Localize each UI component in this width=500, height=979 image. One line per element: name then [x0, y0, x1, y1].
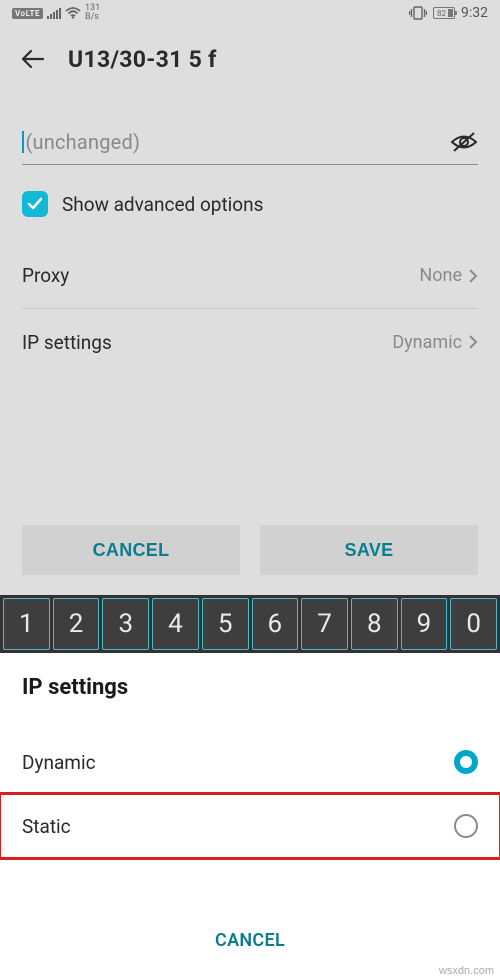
network-rate: 131 B/s [85, 4, 100, 22]
proxy-label: Proxy [22, 264, 69, 287]
proxy-row[interactable]: Proxy None [22, 243, 478, 309]
chevron-right-icon [468, 334, 478, 350]
back-button[interactable] [20, 46, 46, 72]
wifi-icon [65, 7, 81, 19]
key-3[interactable]: 3 [102, 598, 149, 650]
save-button[interactable]: SAVE [260, 525, 478, 575]
key-4[interactable]: 4 [152, 598, 199, 650]
key-8[interactable]: 8 [351, 598, 398, 650]
option-dynamic[interactable]: Dynamic [22, 730, 478, 794]
page-title: U13/30-31 5 f [68, 46, 217, 73]
cancel-button[interactable]: CANCEL [22, 525, 240, 575]
advanced-options-row[interactable]: Show advanced options [22, 191, 478, 217]
key-6[interactable]: 6 [252, 598, 299, 650]
checkbox-checked-icon[interactable] [22, 191, 48, 217]
advanced-options-label: Show advanced options [62, 193, 263, 216]
clock: 9:32 [461, 5, 488, 21]
volte-badge: VoLTE [12, 8, 43, 19]
dialog-cancel-button[interactable]: CANCEL [22, 914, 478, 961]
key-5[interactable]: 5 [202, 598, 249, 650]
key-9[interactable]: 9 [401, 598, 448, 650]
watermark: wsxdn.com [439, 965, 494, 977]
content-area: (unchanged) Show advanced options Proxy … [0, 92, 500, 525]
keyboard-number-row: 1 2 3 4 5 6 7 8 9 0 [0, 595, 500, 653]
password-input[interactable]: (unchanged) [22, 124, 478, 165]
signal-icon [47, 7, 61, 19]
chevron-right-icon [468, 268, 478, 284]
vibrate-icon [409, 6, 427, 20]
option-dynamic-label: Dynamic [22, 751, 96, 774]
app-bar: U13/30-31 5 f [0, 26, 500, 92]
key-0[interactable]: 0 [450, 598, 497, 650]
ip-settings-dialog: IP settings Dynamic Static CANCEL [0, 653, 500, 961]
option-static-label: Static [22, 815, 71, 838]
action-bar: CANCEL SAVE [0, 525, 500, 595]
status-bar: VoLTE 131 B/s 82 9:32 [0, 0, 500, 26]
text-cursor [22, 131, 24, 153]
key-1[interactable]: 1 [3, 598, 50, 650]
proxy-value: None [419, 265, 462, 286]
ip-settings-value: Dynamic [392, 332, 462, 353]
dialog-title: IP settings [22, 675, 478, 700]
visibility-off-icon[interactable] [450, 131, 478, 153]
key-2[interactable]: 2 [53, 598, 100, 650]
option-static[interactable]: Static [0, 794, 500, 858]
radio-checked-icon [454, 750, 478, 774]
radio-unchecked-icon [454, 814, 478, 838]
ip-settings-label: IP settings [22, 331, 112, 354]
ip-settings-row[interactable]: IP settings Dynamic [22, 309, 478, 375]
key-7[interactable]: 7 [301, 598, 348, 650]
password-placeholder: (unchanged) [26, 130, 451, 154]
battery-indicator: 82 [433, 7, 455, 19]
wifi-edit-screen: VoLTE 131 B/s 82 9:32 [0, 0, 500, 595]
